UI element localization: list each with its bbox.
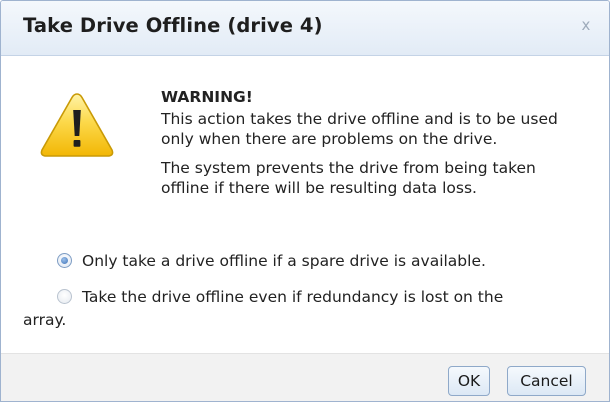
dialog-title-bar: Take Drive Offline (drive 4) x: [1, 1, 609, 56]
option-lose-redundancy-label-line1: Take the drive offline even if redundanc…: [82, 288, 504, 306]
close-icon[interactable]: x: [578, 16, 594, 34]
warning-paragraph-2: The system prevents the drive from being…: [161, 159, 536, 197]
radio-spare-drive[interactable]: [57, 253, 72, 268]
warning-heading: WARNING!: [161, 88, 253, 106]
option-spare-drive[interactable]: Only take a drive offline if a spare dri…: [57, 250, 597, 273]
option-spare-drive-label: Only take a drive offline if a spare dri…: [82, 252, 486, 270]
option-lose-redundancy[interactable]: Take the drive offline even if redundanc…: [23, 286, 602, 332]
ok-button[interactable]: OK: [448, 366, 490, 396]
dialog-footer: OK Cancel: [1, 353, 609, 401]
radio-lose-redundancy[interactable]: [57, 289, 72, 304]
option-lose-redundancy-label-line2: array.: [23, 311, 67, 329]
dialog-title: Take Drive Offline (drive 4): [23, 14, 323, 37]
cancel-button[interactable]: Cancel: [507, 366, 586, 396]
take-drive-offline-dialog: Take Drive Offline (drive 4) x WARNING! …: [0, 0, 610, 402]
warning-triangle-icon: [40, 93, 114, 157]
warning-paragraph-1: This action takes the drive offline and …: [161, 110, 558, 148]
warning-message: WARNING! This action takes the drive off…: [161, 87, 581, 198]
